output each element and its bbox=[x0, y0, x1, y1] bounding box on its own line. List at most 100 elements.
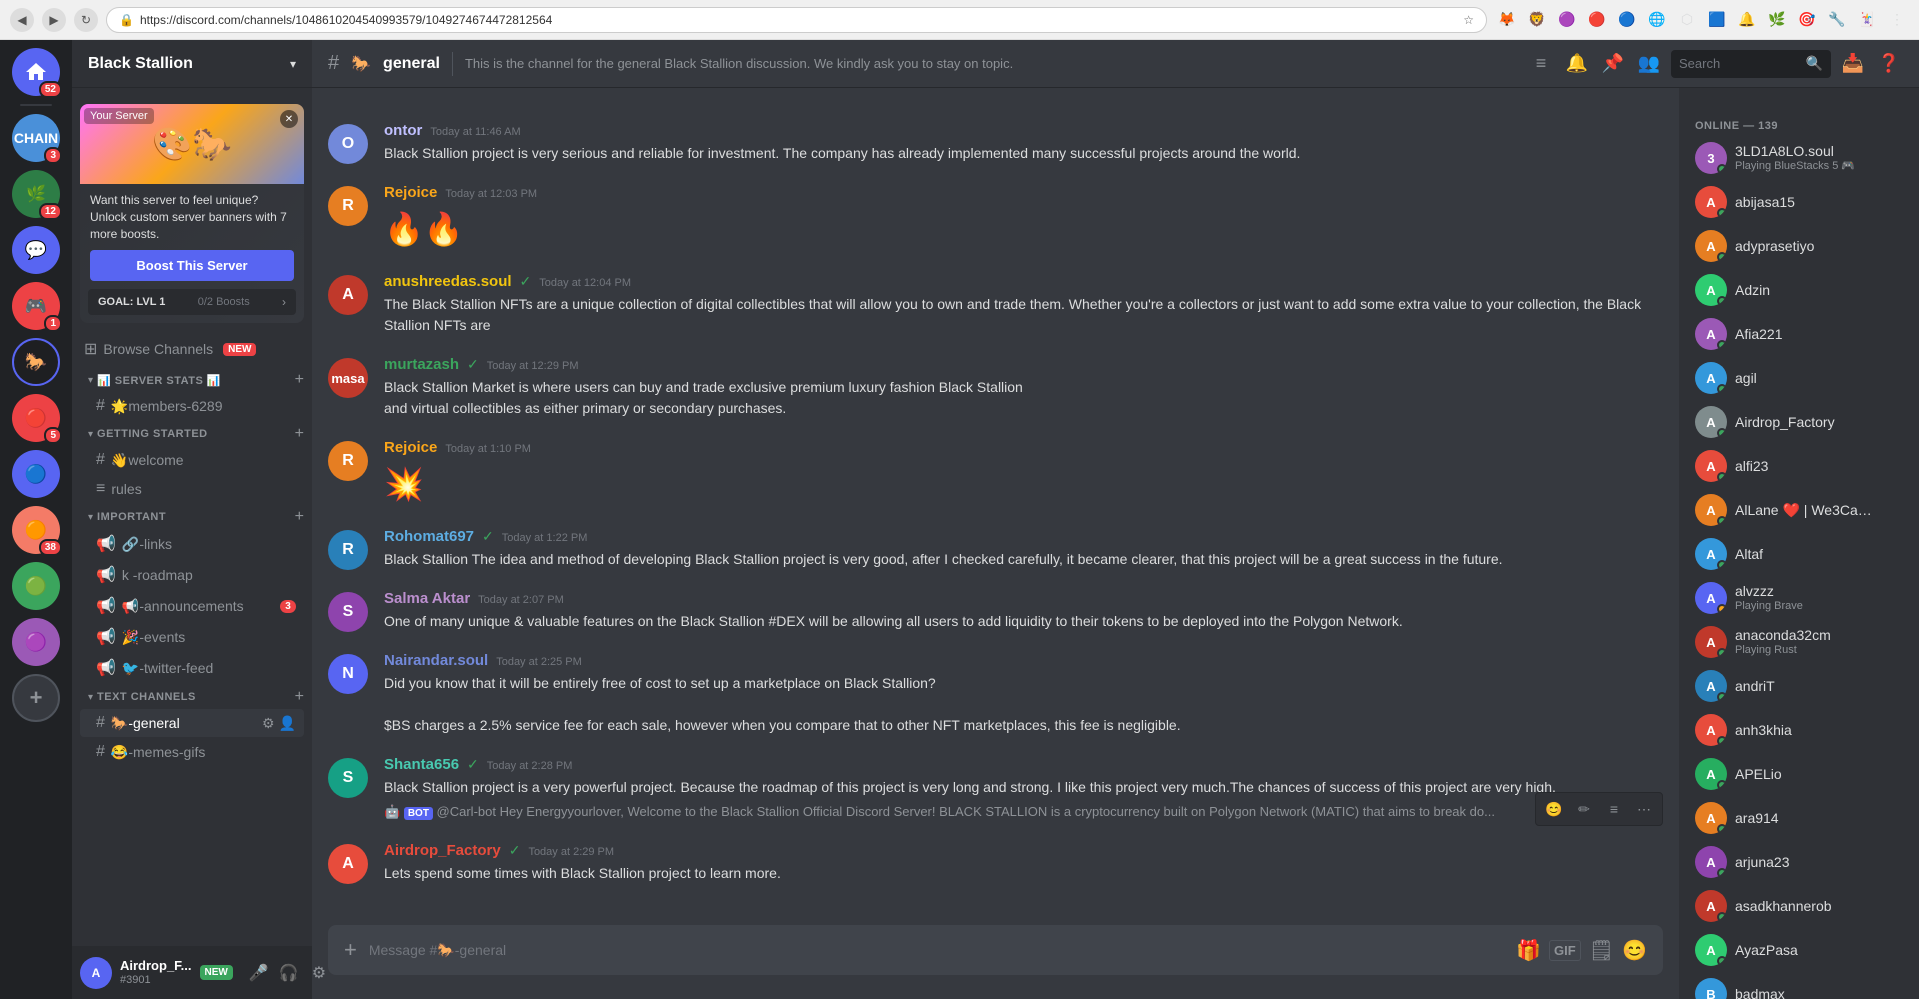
member-item[interactable]: A anaconda32cm Playing Rust bbox=[1687, 620, 1911, 664]
server-icon-2[interactable]: 🌿 12 bbox=[12, 170, 60, 218]
home-button[interactable]: 52 bbox=[12, 48, 60, 96]
message-author[interactable]: Rohomat697 bbox=[384, 528, 474, 545]
ext-1[interactable]: 🦊 bbox=[1495, 8, 1519, 32]
boost-button[interactable]: Boost This Server bbox=[90, 250, 294, 281]
message-author[interactable]: Rejoice bbox=[384, 439, 437, 456]
sticker-button[interactable]: 🗒 bbox=[1589, 938, 1614, 963]
notifications-button[interactable]: 🔔 bbox=[1563, 50, 1591, 78]
member-item[interactable]: B badmax bbox=[1687, 972, 1911, 999]
browse-channels-button[interactable]: ⊞ Browse Channels NEW bbox=[72, 331, 312, 367]
ext-8[interactable]: 🟦 bbox=[1705, 8, 1729, 32]
channel-memes[interactable]: # 😂-memes-gifs bbox=[80, 738, 304, 766]
channel-events[interactable]: 📢 🎉-events bbox=[80, 622, 304, 652]
member-item[interactable]: A AyazPasa bbox=[1687, 928, 1911, 972]
member-item[interactable]: A alfi23 bbox=[1687, 444, 1911, 488]
ext-5[interactable]: 🔵 bbox=[1615, 8, 1639, 32]
gift-button[interactable]: 🎁 bbox=[1516, 938, 1541, 963]
more-button[interactable]: ⋯ bbox=[1630, 795, 1658, 823]
boost-close-button[interactable]: ✕ bbox=[280, 110, 298, 128]
ext-4[interactable]: 🔴 bbox=[1585, 8, 1609, 32]
category-add-gs[interactable]: + bbox=[295, 425, 304, 443]
ext-12[interactable]: 🔧 bbox=[1825, 8, 1849, 32]
member-item[interactable]: A AlLane ❤️ | We3Camp... bbox=[1687, 488, 1911, 532]
member-item[interactable]: A arjuna23 bbox=[1687, 840, 1911, 884]
server-icon-10[interactable]: 🟣 bbox=[12, 618, 60, 666]
category-getting-started[interactable]: ▾ GETTING STARTED + bbox=[72, 421, 312, 445]
server-icon-6[interactable]: 🔴 5 bbox=[12, 394, 60, 442]
mute-button[interactable]: 🎤 bbox=[245, 959, 273, 987]
ext-10[interactable]: 🌿 bbox=[1765, 8, 1789, 32]
help-button[interactable]: ❓ bbox=[1875, 50, 1903, 78]
message-author[interactable]: anushreedas.soul bbox=[384, 273, 512, 290]
member-item[interactable]: A asadkhannerob bbox=[1687, 884, 1911, 928]
channel-twitter[interactable]: 📢 🐦-twitter-feed bbox=[80, 653, 304, 683]
channel-search[interactable]: Search 🔍 bbox=[1671, 50, 1831, 78]
category-add-button[interactable]: + bbox=[295, 371, 304, 389]
message-author[interactable]: Airdrop_Factory bbox=[384, 842, 501, 859]
member-item[interactable]: A andriT bbox=[1687, 664, 1911, 708]
channel-welcome[interactable]: # 👋welcome bbox=[80, 446, 304, 474]
member-item[interactable]: A Airdrop_Factory bbox=[1687, 400, 1911, 444]
channel-rules[interactable]: ≡ rules bbox=[80, 475, 304, 503]
channel-add-member-icon[interactable]: 👤 bbox=[279, 715, 296, 732]
deafen-button[interactable]: 🎧 bbox=[275, 959, 303, 987]
member-item[interactable]: A Altaf bbox=[1687, 532, 1911, 576]
message-author[interactable]: Salma Aktar bbox=[384, 590, 470, 607]
emoji-button[interactable]: 😊 bbox=[1622, 938, 1647, 963]
thread-button[interactable]: ≡ bbox=[1600, 795, 1628, 823]
member-item[interactable]: 3 3LD1A8LO.soul Playing BlueStacks 5 🎮 bbox=[1687, 136, 1911, 180]
url-bar[interactable]: 🔒 https://discord.com/channels/104861020… bbox=[106, 7, 1487, 33]
member-item[interactable]: A ara914 bbox=[1687, 796, 1911, 840]
edit-button[interactable]: ✏ bbox=[1570, 795, 1598, 823]
member-item[interactable]: A anh3khia bbox=[1687, 708, 1911, 752]
member-item[interactable]: A agil bbox=[1687, 356, 1911, 400]
member-item[interactable]: A Adzin bbox=[1687, 268, 1911, 312]
menu-button[interactable]: ⋮ bbox=[1885, 8, 1909, 32]
message-author[interactable]: Shanta656 bbox=[384, 756, 459, 773]
server-icon-3[interactable]: 💬 bbox=[12, 226, 60, 274]
ext-11[interactable]: 🎯 bbox=[1795, 8, 1819, 32]
pin-button[interactable]: 📌 bbox=[1599, 50, 1627, 78]
back-button[interactable]: ◀ bbox=[10, 8, 34, 32]
category-important[interactable]: ▾ IMPORTANT + bbox=[72, 504, 312, 528]
channel-roadmap[interactable]: 📢 k -roadmap bbox=[80, 560, 304, 590]
server-header[interactable]: Black Stallion ▾ bbox=[72, 40, 312, 88]
server-icon-11[interactable]: + bbox=[12, 674, 60, 722]
inbox-button[interactable]: 📥 bbox=[1839, 50, 1867, 78]
channel-general[interactable]: # 🐎-general ⚙ 👤 bbox=[80, 709, 304, 737]
category-add-tc[interactable]: + bbox=[295, 688, 304, 706]
message-author[interactable]: Nairandar.soul bbox=[384, 652, 488, 669]
ext-3[interactable]: 🟣 bbox=[1555, 8, 1579, 32]
react-button[interactable]: 😊 bbox=[1540, 795, 1568, 823]
message-author[interactable]: ontor bbox=[384, 122, 422, 139]
ext-6[interactable]: 🌐 bbox=[1645, 8, 1669, 32]
gif-button[interactable]: GIF bbox=[1549, 940, 1581, 961]
member-item[interactable]: A abijasa15 bbox=[1687, 180, 1911, 224]
message-author[interactable]: murtazash bbox=[384, 356, 459, 373]
member-item[interactable]: A APELio bbox=[1687, 752, 1911, 796]
channel-links[interactable]: 📢 🔗-links bbox=[80, 529, 304, 559]
ext-2[interactable]: 🦁 bbox=[1525, 8, 1549, 32]
server-icon-5[interactable]: 🐎 bbox=[12, 338, 60, 386]
member-item[interactable]: A adyprasetiyo bbox=[1687, 224, 1911, 268]
member-item[interactable]: A alvzzz Playing Brave bbox=[1687, 576, 1911, 620]
ext-9[interactable]: 🔔 bbox=[1735, 8, 1759, 32]
server-icon-4[interactable]: 🎮 1 bbox=[12, 282, 60, 330]
channel-settings-icon[interactable]: ⚙ bbox=[262, 715, 275, 732]
refresh-button[interactable]: ↻ bbox=[74, 8, 98, 32]
member-item[interactable]: A Afia221 bbox=[1687, 312, 1911, 356]
members-list-button[interactable]: 👥 bbox=[1635, 50, 1663, 78]
forward-button[interactable]: ▶ bbox=[42, 8, 66, 32]
attach-button[interactable]: + bbox=[344, 925, 357, 975]
ext-7[interactable]: ⬡ bbox=[1675, 8, 1699, 32]
category-add-imp[interactable]: + bbox=[295, 508, 304, 526]
threads-button[interactable]: ≡ bbox=[1527, 50, 1555, 78]
server-icon-7[interactable]: 🔵 bbox=[12, 450, 60, 498]
server-icon-8[interactable]: 🟠 38 bbox=[12, 506, 60, 554]
channel-members[interactable]: # 🌟members-6289 bbox=[80, 392, 304, 420]
category-text-channels[interactable]: ▾ TEXT CHANNELS + bbox=[72, 684, 312, 708]
message-author[interactable]: Rejoice bbox=[384, 184, 437, 201]
ext-13[interactable]: 🃏 bbox=[1855, 8, 1879, 32]
server-icon-9[interactable]: 🟢 bbox=[12, 562, 60, 610]
channel-announcements[interactable]: 📢 📢-announcements 3 bbox=[80, 591, 304, 621]
